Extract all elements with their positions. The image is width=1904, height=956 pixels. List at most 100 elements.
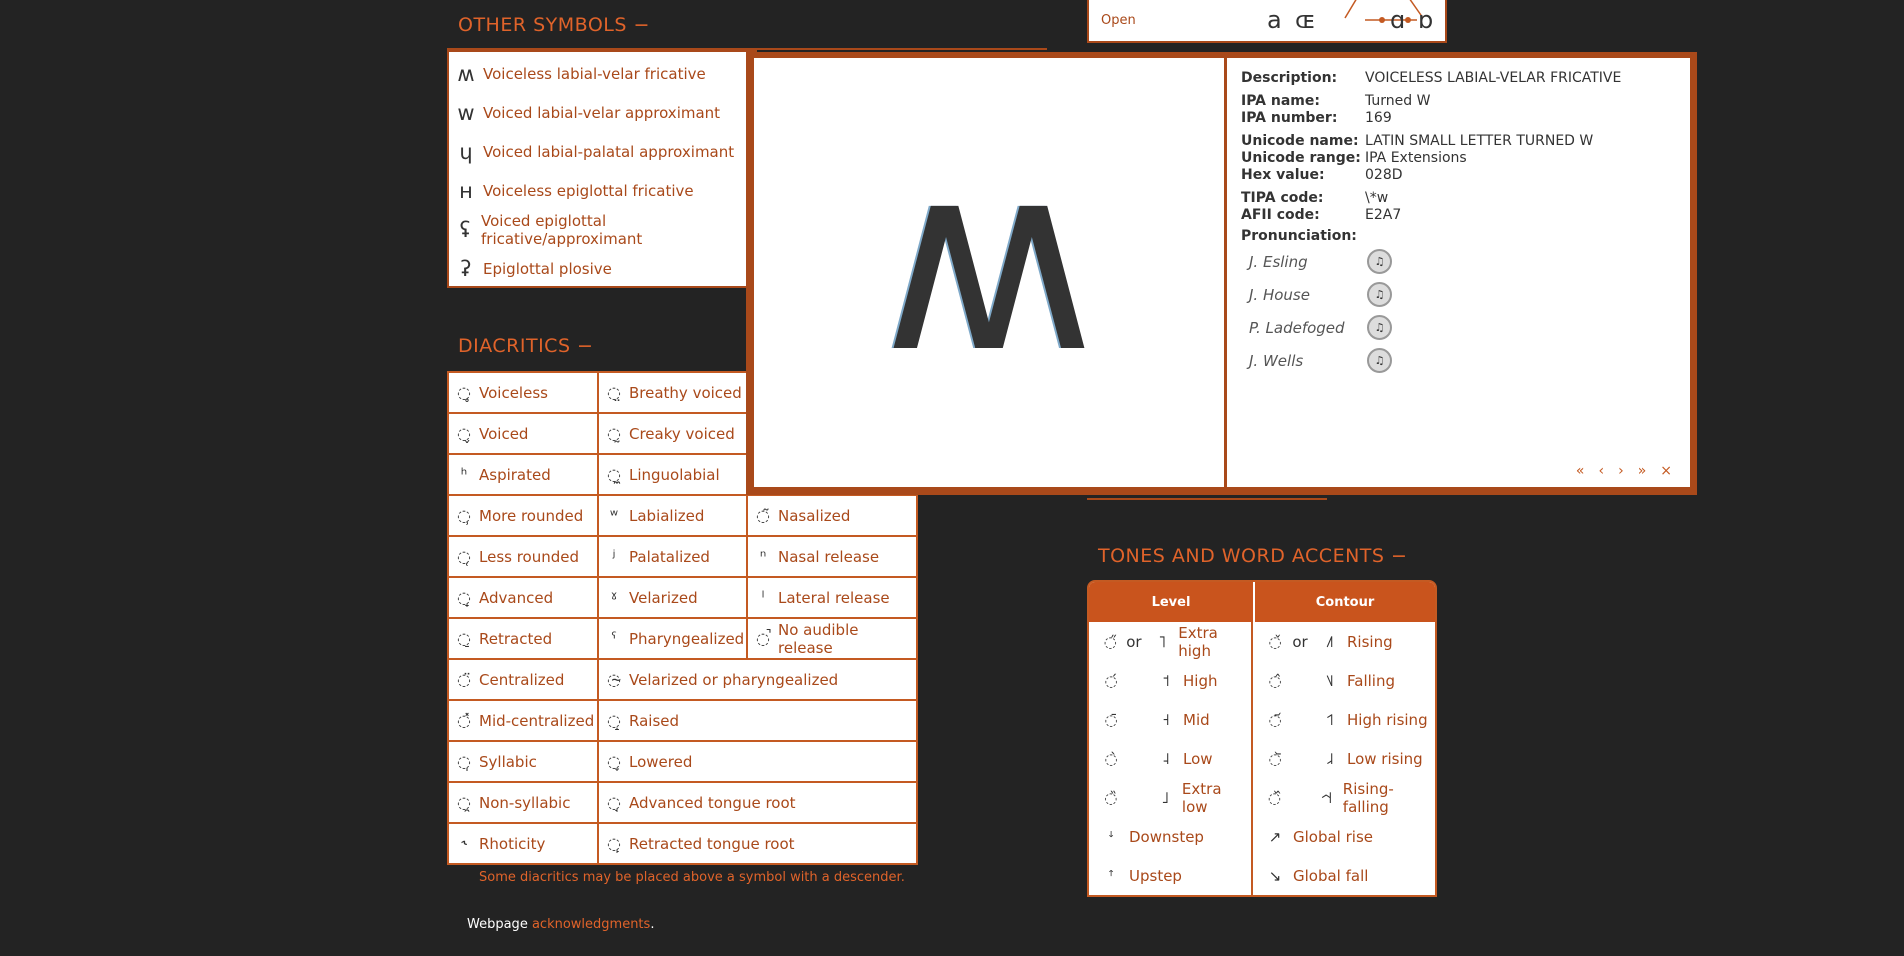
tone-row[interactable]: ↗ Global rise (1263, 817, 1435, 856)
tone-row[interactable]: ◌᷈ ˧˦˧ Rising-falling (1263, 778, 1435, 817)
diacritic-symbol: ˡ (761, 588, 765, 607)
tone-letter: ˦ (1162, 671, 1170, 690)
info-key: Unicode range: (1241, 150, 1361, 166)
diacritic-label: Palatalized (629, 547, 710, 566)
vowel-symbol[interactable]: a (1267, 6, 1282, 34)
tone-row[interactable]: ◌̏ ˩ Extra low (1099, 778, 1251, 817)
first-icon[interactable]: « (1576, 463, 1585, 479)
diacritic-label: Advanced (479, 588, 554, 607)
info-value: 169 (1365, 110, 1392, 126)
other-symbol-row[interactable]: ʡ Epiglottal plosive (449, 249, 755, 288)
diacritic-symbol: ◌̚ (756, 629, 770, 648)
last-icon[interactable]: » (1638, 463, 1647, 479)
diacritic-symbol: ˞ (461, 834, 467, 853)
diacritic-cell[interactable]: ◌̽ Mid-centralized (447, 699, 599, 742)
diacritic-cell[interactable]: ◌̴ Velarized or pharyngealized (597, 658, 918, 701)
tones-heading[interactable]: TONES AND WORD ACCENTS − (1098, 545, 1407, 567)
diacritic-cell[interactable]: ◌̥ Voiceless (447, 371, 599, 414)
diacritic-cell[interactable]: ◌̃ Nasalized (746, 494, 918, 537)
diacritic-symbol: ⁿ (759, 547, 767, 566)
footer-suffix: . (650, 917, 655, 932)
vowel-symbol[interactable]: ɑ (1390, 6, 1405, 34)
diacritic-symbol: ʲ (612, 547, 616, 566)
tone-row[interactable]: ◌̂ ˥˩ Falling (1263, 661, 1435, 700)
diacritic-cell[interactable]: ˠ Velarized (597, 576, 748, 619)
symbol-label: Voiceless epiglottal fricative (483, 181, 694, 200)
diacritic-cell[interactable]: ◌̈ Centralized (447, 658, 599, 701)
info-field: Unicode range: IPA Extensions (1241, 150, 1676, 167)
tone-row[interactable]: ◌᷅ ˩˨ Low rising (1263, 739, 1435, 778)
tone-row[interactable]: ꜜ Downstep (1099, 817, 1251, 856)
tone-row[interactable]: ◌̀ ˨ Low (1099, 739, 1251, 778)
other-symbol-row[interactable]: ʍ Voiceless labial-velar fricative (449, 54, 755, 93)
diacritic-cell[interactable]: ⁿ Nasal release (746, 535, 918, 578)
diacritic-cell[interactable]: ◌̯ Non-syllabic (447, 781, 599, 824)
diacritic-cell[interactable]: ◌̰ Creaky voiced (597, 412, 748, 455)
diacritic-cell[interactable]: ʰ Aspirated (447, 453, 599, 496)
tone-label: High rising (1347, 710, 1428, 729)
popup-big-symbol: ʍ (882, 107, 1096, 410)
diacritic-cell[interactable]: ˤ Pharyngealized (597, 617, 748, 660)
diacritic-cell[interactable]: ˡ Lateral release (746, 576, 918, 619)
next-icon[interactable]: › (1618, 463, 1624, 479)
tone-row[interactable]: ◌̄ ˧ Mid (1099, 700, 1251, 739)
play-audio-icon[interactable]: ♫ (1367, 315, 1392, 340)
diacritic-cell[interactable]: ˞ Rhoticity (447, 822, 599, 865)
or-label: or (1126, 632, 1142, 651)
diacritic-cell[interactable]: ʲ Palatalized (597, 535, 748, 578)
acknowledgments-link[interactable]: acknowledgments (532, 917, 650, 932)
info-field: TIPA code: \*w (1241, 190, 1676, 207)
tone-row[interactable]: ◌᷄ ˦˥ High rising (1263, 700, 1435, 739)
tone-row[interactable]: ꜛ Upstep (1099, 856, 1251, 895)
diacritic-cell[interactable]: ◌̬ Voiced (447, 412, 599, 455)
diacritics-heading[interactable]: DIACRITICS − (458, 335, 593, 357)
diacritic-cell[interactable]: ◌̠ Retracted (447, 617, 599, 660)
tone-diacritic: ◌᷅ (1268, 749, 1282, 768)
tone-letter: ˥˩ (1326, 671, 1334, 690)
tone-label: Mid (1183, 710, 1210, 729)
play-audio-icon[interactable]: ♫ (1367, 282, 1392, 307)
tone-letter: ˦˥ (1326, 710, 1334, 729)
diacritic-cell[interactable]: ◌̞ Lowered (597, 740, 918, 783)
diacritic-cell[interactable]: ◌̹ More rounded (447, 494, 599, 537)
popup-info-panel: Description: VOICELESS LABIAL-VELAR FRICA… (1227, 58, 1690, 487)
tones-table: Level Contour ◌̋ or ˥ Extra high ◌́ ˦ High ◌̄ ˧ M… (1087, 580, 1437, 897)
tone-row[interactable]: ◌̋ or ˥ Extra high (1099, 622, 1251, 661)
diacritic-cell[interactable]: ʷ Labialized (597, 494, 748, 537)
diacritic-cell[interactable]: ◌̜ Less rounded (447, 535, 599, 578)
diacritic-label: Velarized or pharyngealized (629, 670, 839, 689)
vowel-symbol[interactable]: ɶ (1295, 6, 1316, 34)
tone-diacritic: ◌̀ (1104, 749, 1118, 768)
other-symbol-row[interactable]: w Voiced labial-velar approximant (449, 93, 755, 132)
diacritic-cell[interactable]: ◌̼ Linguolabial (597, 453, 748, 496)
diacritic-label: Breathy voiced (629, 383, 742, 402)
diacritic-symbol: ◌̠ (457, 629, 471, 648)
other-symbols-heading[interactable]: OTHER SYMBOLS − (458, 14, 650, 36)
diacritic-symbol: ◌̬ (457, 424, 471, 443)
tone-diacritic: ◌́ (1104, 671, 1118, 690)
diacritic-cell[interactable]: ◌̟ Advanced (447, 576, 599, 619)
vowel-symbol[interactable]: ɒ (1418, 6, 1433, 34)
info-key: AFII code: (1241, 207, 1320, 223)
diacritic-cell[interactable]: ◌̚ No audible release (746, 617, 918, 660)
other-symbol-row[interactable]: ʢ Voiced epiglottal fricative/approximant (449, 210, 755, 249)
other-symbol-row[interactable]: ɥ Voiced labial-palatal approximant (449, 132, 755, 171)
diacritic-cell[interactable]: ◌̘ Advanced tongue root (597, 781, 918, 824)
tone-row[interactable]: ◌̌ or ˩˥ Rising (1263, 622, 1435, 661)
diacritic-cell[interactable]: ◌̙ Retracted tongue root (597, 822, 918, 865)
play-audio-icon[interactable]: ♫ (1367, 348, 1392, 373)
prev-icon[interactable]: ‹ (1598, 463, 1604, 479)
tone-row[interactable]: ↘ Global fall (1263, 856, 1435, 895)
close-icon[interactable]: × (1660, 463, 1672, 479)
other-symbol-row[interactable]: ʜ Voiceless epiglottal fricative (449, 171, 755, 210)
play-audio-icon[interactable]: ♫ (1367, 249, 1392, 274)
tone-letter: ˧ (1162, 710, 1170, 729)
diacritic-symbol: ◌̹ (457, 506, 471, 525)
tone-row[interactable]: ◌́ ˦ High (1099, 661, 1251, 700)
diacritic-symbol: ˠ (610, 588, 618, 607)
diacritic-label: Linguolabial (629, 465, 720, 484)
tone-letter: ˨ (1162, 749, 1170, 768)
diacritic-cell[interactable]: ◌̩ Syllabic (447, 740, 599, 783)
diacritic-cell[interactable]: ◌̤ Breathy voiced (597, 371, 748, 414)
diacritic-cell[interactable]: ◌̝ Raised (597, 699, 918, 742)
